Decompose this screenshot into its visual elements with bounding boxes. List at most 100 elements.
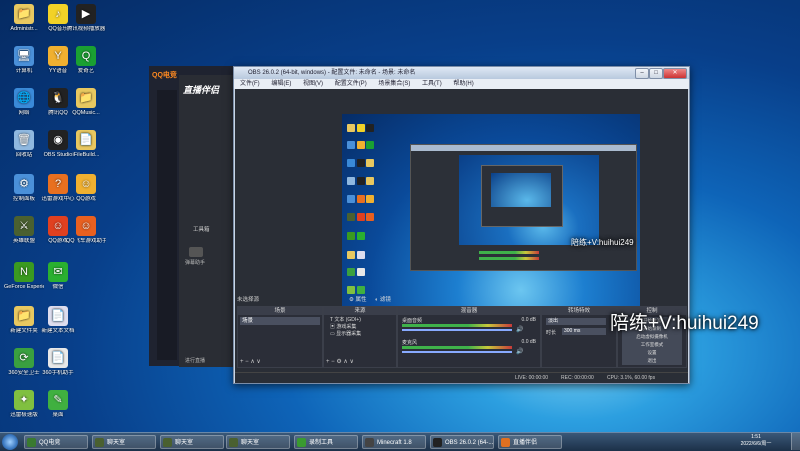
minimize-button[interactable]: –: [635, 68, 649, 79]
taskbar-item[interactable]: 聊天室: [226, 435, 290, 449]
maximize-button[interactable]: □: [649, 68, 663, 79]
preview-desktop-icon: [347, 123, 356, 132]
obs-window[interactable]: OBS 26.0.2 (64-bit, windows) - 配置文件: 未命名…: [233, 66, 690, 384]
qq-game2-icon: ☺: [48, 216, 68, 236]
taskbar-item-label: 聊天室: [107, 440, 126, 446]
taskbar-item[interactable]: 直播伴侣: [498, 435, 562, 449]
scene-controls[interactable]: + − ∧ ∨: [240, 358, 261, 365]
taskbar-app-icon: [27, 438, 36, 447]
menu-edit[interactable]: 编辑(E): [271, 81, 291, 87]
taskbar-app-icon: [365, 438, 374, 447]
preview-desktop-icon: [357, 123, 366, 132]
obs-title-text: OBS 26.0.2 (64-bit, windows) - 配置文件: 未命名…: [248, 70, 416, 76]
yy-icon: Y: [48, 46, 68, 66]
preview-desktop-icon: [365, 195, 374, 204]
taskbar-item[interactable]: 聊天室: [92, 435, 156, 449]
filters-button[interactable]: ◐ 滤镜: [375, 295, 391, 303]
exit-button[interactable]: 退出: [622, 357, 682, 365]
desktop-icon-label: 爱奇艺: [77, 68, 95, 74]
nested-obs-window: 陪练+V:huihui249: [410, 144, 637, 271]
clock[interactable]: 1:51 2022/6/6/周一: [734, 434, 778, 448]
desktop-icon-label: 360手机助手: [42, 370, 74, 376]
menu-help[interactable]: 帮助(H): [453, 81, 473, 87]
show-desktop-button[interactable]: [791, 433, 800, 450]
preview-desktop-icon: [357, 250, 366, 259]
network-icon: 🌐: [14, 88, 34, 108]
transitions-header: 转场特效: [542, 307, 616, 315]
menu-file[interactable]: 文件(F): [240, 81, 260, 87]
desktop-icon[interactable]: ✎ 桌面: [38, 390, 78, 418]
desktop-icon-label: 腾讯视频播放器: [66, 26, 106, 32]
nvidia-icon: N: [14, 262, 34, 282]
obs-titlebar[interactable]: OBS 26.0.2 (64-bit, windows) - 配置文件: 未命名…: [234, 67, 689, 79]
source-item[interactable]: ▣ 游戏采集: [330, 324, 361, 331]
source-item[interactable]: T 文本 (GDI+): [330, 317, 361, 324]
desktop-icon[interactable]: 📄 iFileBuild...: [66, 130, 106, 158]
start-button[interactable]: [2, 434, 18, 450]
taskbar-item[interactable]: 录制工具: [294, 435, 358, 449]
desktop-icon[interactable]: ☺ QQ游戏: [66, 174, 106, 202]
sidebar-item-live[interactable]: 进行直播: [185, 357, 205, 364]
preview-desktop-icon: [357, 268, 366, 277]
mic-slider[interactable]: [402, 351, 512, 353]
studio-mode-button[interactable]: 工作室模式: [622, 341, 682, 349]
scene-item[interactable]: 场景: [240, 317, 320, 325]
taskbar-item-label: QQ电竞: [39, 440, 61, 446]
source-controls[interactable]: + − ⚙ ∧ ∨: [326, 358, 354, 365]
sidebar-item-danmu[interactable]: 弹幕助手: [185, 259, 205, 266]
desktop-icon[interactable]: ✉ 微信: [38, 262, 78, 290]
preview-desktop-icon: [347, 141, 356, 150]
desktop-icon[interactable]: Q 爱奇艺: [66, 46, 106, 74]
duration-input[interactable]: 300 ms: [562, 328, 606, 335]
qq-game-icon: ☺: [76, 174, 96, 194]
close-button[interactable]: ✕: [663, 68, 687, 79]
preview-desktop-icon: [357, 176, 366, 185]
danmu-icon[interactable]: [189, 247, 203, 257]
desktop-icon[interactable]: ☺ QQ飞车游戏助手: [66, 216, 106, 244]
taskbar-item[interactable]: 聊天室: [160, 435, 224, 449]
text-doc-icon: 📄: [48, 306, 68, 326]
taskbar: QQ电竞 聊天室 聊天室 聊天室 录制工具 Minecraft 1.8 OBS 26.0.2…: [0, 432, 800, 451]
taskbar-item[interactable]: Minecraft 1.8: [362, 435, 426, 449]
obs-body: 陪练+V:huihui249 未选择源 ⚙ 属性 ◐ 滤镜 场景 场景 + − …: [235, 89, 688, 382]
wechat-icon: ✉: [48, 262, 68, 282]
mic-speaker-icon[interactable]: 🔊: [516, 348, 523, 355]
menu-tools[interactable]: 工具(T): [422, 81, 442, 87]
desktop-audio-slider[interactable]: [402, 329, 512, 331]
taskbar-item[interactable]: QQ电竞: [24, 435, 88, 449]
desktop-icon-label: iFileBuild...: [72, 152, 100, 158]
desktop-icon[interactable]: ▶ 腾讯视频播放器: [66, 4, 106, 32]
watermark-large: 陪练+V:huihui249: [610, 313, 759, 334]
menu-scene-collection[interactable]: 场景集合(S): [378, 81, 410, 87]
computer-icon: 🖥: [14, 46, 34, 66]
desktop-icon[interactable]: 📄 360手机助手: [38, 348, 78, 376]
speaker-icon[interactable]: 🔊: [516, 326, 523, 333]
clock-date: 2022/6/6/周一: [740, 441, 772, 447]
mic-meter: [402, 346, 512, 349]
desktop-icon[interactable]: 📁 QQMusic...: [66, 88, 106, 116]
taskbar-item[interactable]: OBS 26.0.2 (64-...: [430, 435, 494, 449]
desktop-audio-value: 0.0 dB: [521, 317, 536, 323]
settings-button[interactable]: 设置: [622, 349, 682, 357]
desktop-icon[interactable]: 📄 新建文本文档: [38, 306, 78, 334]
preview-desktop-icon: [365, 123, 374, 132]
mic-value: 0.0 dB: [521, 339, 536, 345]
scenes-dock: 场景 场景 + − ∧ ∨: [237, 306, 323, 368]
obs-menubar: 文件(F) 编辑(E) 视图(V) 配置文件(P) 场景集合(S) 工具(T) …: [234, 79, 689, 89]
desktop-icon-label: 微信: [52, 284, 64, 290]
transitions-dock: 转场特效 淡出 时长 300 ms: [541, 306, 617, 368]
preview-desktop-icon: [357, 195, 366, 204]
desktop-audio-meter: [402, 324, 512, 327]
mixer-dock: 混音器 桌面音频 0.0 dB 🔊 麦克风 0.0 dB 🔊: [397, 306, 541, 368]
transition-select[interactable]: 淡出: [546, 318, 606, 325]
menu-profile[interactable]: 配置文件(P): [335, 81, 367, 87]
source-item[interactable]: ▭ 显示器采集: [330, 331, 361, 338]
menu-view[interactable]: 视图(V): [303, 81, 323, 87]
sidebar-item-toolbox[interactable]: 工具箱: [193, 225, 210, 233]
taskbar-item-label: Minecraft 1.8: [377, 440, 412, 446]
clock-time: 1:51: [751, 434, 761, 440]
preview-desktop-icon: [347, 250, 356, 259]
preview-desktop-icon: [357, 285, 366, 294]
properties-button[interactable]: ⚙ 属性: [349, 295, 366, 303]
preview-desktop-icon: [347, 212, 356, 221]
